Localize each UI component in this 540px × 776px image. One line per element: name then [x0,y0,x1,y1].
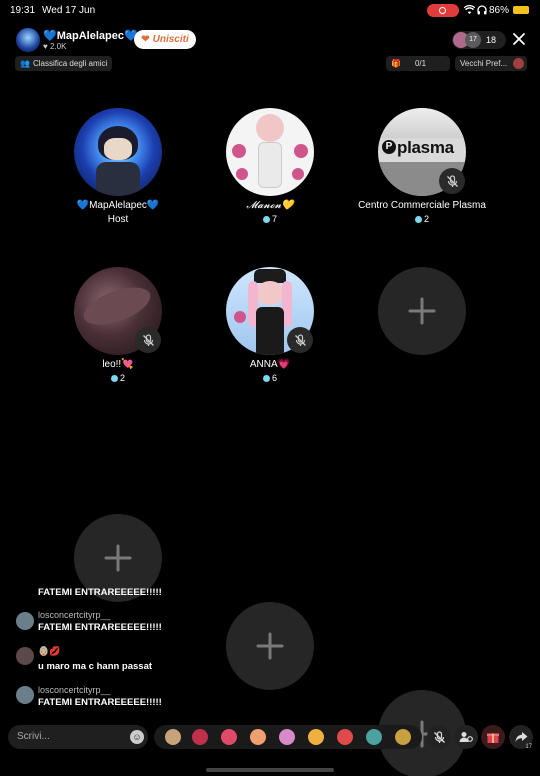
chat-message: FATEMI ENTRAREEEEE!!!!! [38,697,162,708]
seat-name: 💙MapAlelapec💙 [76,200,160,211]
gem-count: 6 [271,373,277,383]
people-settings-icon [459,732,473,742]
host-avatar[interactable] [16,28,40,52]
gift-item-icon[interactable] [250,729,266,745]
chat-message: FATEMI ENTRAREEEEE!!!!! [38,622,162,633]
gem-icon [262,216,270,223]
seat-plasma[interactable]: P plasma Centro Commerciale Plasma 2 [358,108,486,224]
gift-item-icon[interactable] [366,729,382,745]
join-button[interactable]: ❤ Unisciti [134,30,196,49]
chat-message-partial: FATEMI ENTRAREEEEE!!!!! [38,587,162,595]
gem-icon [110,375,118,382]
seat-name: 𝓜𝓪𝓷𝓸𝓷💛 [246,200,294,211]
seat-gems: 2 [378,214,466,224]
gift-item-icon[interactable] [308,729,324,745]
seat-manon[interactable]: 𝓜𝓪𝓷𝓸𝓷💛 7 [226,108,314,224]
plasma-logo-text: plasma [397,138,454,157]
gift-icon [487,733,499,743]
mic-off-icon [439,168,465,194]
join-hands-icon: ❤ [141,34,150,45]
leaderboard-button[interactable]: 👥 Classifica degli amici [15,56,113,71]
lips-gift-icon[interactable] [221,729,237,745]
likes-count: 2.0K [49,42,67,51]
battery-percent: 86% [489,5,510,16]
seat-gems: 2 [74,373,162,383]
join-label: Unisciti [152,34,189,45]
heart-gift-icon[interactable] [337,729,353,745]
gift-box-icon: 🎁 [391,59,401,68]
gem-icon [414,216,422,223]
viewers-pill[interactable]: 17 18 [452,31,506,49]
old-pref-button[interactable]: Vecchi Pref... [455,56,527,71]
mic-off-icon [433,730,445,743]
plus-icon [104,544,132,572]
gift-button[interactable] [481,725,505,749]
host-likes: ♥ 2.0K [43,42,66,51]
counter-value: 0/1 [414,59,427,68]
mic-off-icon [135,327,161,353]
chat-username[interactable]: 👵🏼💋 [38,646,60,657]
gift-item-icon[interactable] [395,729,411,745]
seat-name: ANNA💗 [249,359,291,370]
gem-count: 2 [423,214,429,224]
chat-username[interactable]: losconcertcityrp__ [38,610,111,620]
viewer-badge: 17 [465,32,481,48]
gift-tray[interactable] [154,725,422,749]
status-date: Wed 17 Jun [42,5,96,16]
share-icon [515,732,527,742]
battery-icon [513,6,529,14]
status-bar: 19:31 Wed 17 Jun 86% [0,0,540,20]
heart-icon: ♥ [43,42,48,51]
mic-off-icon [287,327,313,353]
seat-name: Centro Commerciale Plasma [358,200,486,211]
headphones-icon [477,5,487,15]
seat-host[interactable]: 💙MapAlelapec💙 Host [74,108,162,225]
gift-item-icon[interactable] [279,729,295,745]
old-pref-avatar [513,58,524,69]
seat-anna[interactable]: ANNA💗 6 [226,267,314,383]
wifi-icon [464,5,475,14]
share-count: 17 [525,744,532,750]
emoji-icon[interactable]: ☺ [130,730,144,744]
share-button[interactable]: 17 [509,725,533,750]
counter-pill[interactable]: 🎁 0/1 [386,56,450,71]
old-pref-label: Vecchi Pref... [460,59,508,68]
empty-seat[interactable] [226,602,314,690]
screen-record-indicator[interactable] [427,4,459,17]
manon-seat-avatar [226,108,314,196]
close-icon[interactable] [512,32,526,46]
seat-role: Host [107,214,129,225]
empty-seat[interactable] [378,267,466,355]
rose-gift-icon[interactable] [192,729,208,745]
gift-item-icon[interactable] [165,729,181,745]
plus-icon [256,632,284,660]
seat-gems: 6 [226,373,314,383]
viewer-count: 18 [486,35,497,45]
chat-avatar[interactable] [16,612,34,630]
gem-icon [262,375,270,382]
chat-avatar[interactable] [16,686,34,704]
seat-name: leo!!💘 [102,359,134,370]
leaderboard-label: Classifica degli amici [32,59,108,68]
chat-input-placeholder: Scrivi... [17,731,50,742]
home-indicator[interactable] [206,768,334,772]
status-time: 19:31 [10,5,36,16]
plus-icon [408,297,436,325]
host-name[interactable]: 💙MapAlelapec💙 [43,29,138,42]
guests-button[interactable] [454,725,478,749]
mute-button[interactable] [427,725,451,749]
seat-gems: 7 [226,214,314,224]
host-seat-avatar [74,108,162,196]
gem-count: 2 [119,373,125,383]
gem-count: 7 [271,214,277,224]
people-icon: 👥 [20,59,30,68]
plasma-logo-icon: P [382,140,396,154]
seat-leo[interactable]: leo!!💘 2 [74,267,162,383]
chat-input[interactable]: Scrivi... ☺ [8,725,148,749]
chat-avatar[interactable] [16,647,34,665]
chat-username[interactable]: losconcertcityrp__ [38,685,111,695]
chat-message: u maro ma c hann passat [38,661,153,672]
